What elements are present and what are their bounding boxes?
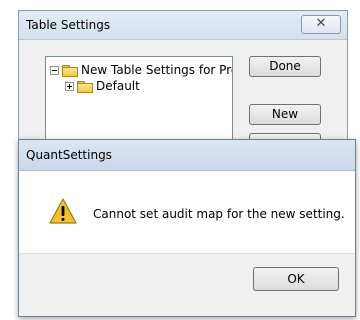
table-settings-titlebar[interactable]: Table Settings ✕: [19, 11, 347, 40]
tree-item-default-label: Default: [96, 79, 140, 93]
ok-button-label: OK: [287, 272, 305, 286]
done-button-label: Done: [269, 59, 301, 73]
done-button[interactable]: Done: [249, 56, 321, 77]
tree-item-root-label: New Table Settings for Proj: [81, 63, 233, 77]
tree-item-default[interactable]: Default: [65, 78, 140, 94]
screen: Table Settings ✕ New Table Settings for …: [0, 0, 360, 320]
new-button[interactable]: New: [249, 104, 321, 125]
expand-icon[interactable]: [65, 82, 74, 91]
warning-icon: [49, 198, 77, 224]
ok-button[interactable]: OK: [253, 267, 339, 291]
table-settings-title: Table Settings: [26, 18, 111, 32]
dialog-footer: OK: [19, 253, 355, 316]
dialog-title: QuantSettings: [26, 148, 112, 162]
folder-icon: [62, 65, 78, 77]
new-button-label: New: [271, 107, 299, 121]
tree-item-root[interactable]: New Table Settings for Proj: [50, 62, 233, 78]
folder-icon: [77, 81, 93, 93]
dialog-titlebar[interactable]: QuantSettings: [19, 140, 355, 171]
collapse-icon[interactable]: [50, 66, 59, 75]
quantsettings-dialog: QuantSettings Cannot set audit map for t…: [18, 139, 356, 317]
close-icon: ✕: [315, 16, 327, 31]
close-button[interactable]: ✕: [301, 15, 341, 34]
dialog-message: Cannot set audit map for the new setting…: [93, 207, 345, 221]
